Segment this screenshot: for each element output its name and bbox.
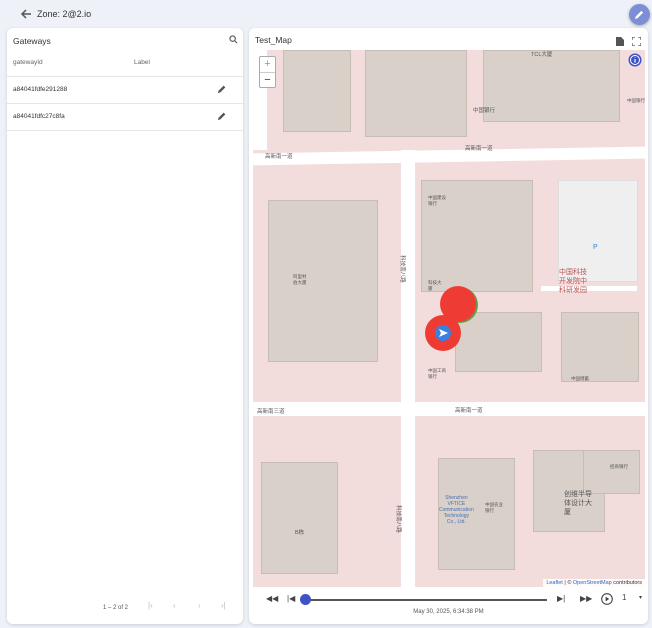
pencil-icon <box>634 10 644 20</box>
road-label: 科技南八路 <box>394 505 401 533</box>
rewind-icon[interactable]: ◀◀ <box>266 594 278 603</box>
parking-label: P <box>593 244 598 251</box>
column-header-label[interactable]: Label <box>134 59 150 66</box>
poi-label: 创维半导 体设计大 厦 <box>564 491 592 516</box>
first-page-icon[interactable]: |‹ <box>148 601 153 610</box>
poi-label: Shenzhen VFTICE Communication Technology… <box>439 495 474 525</box>
gateway-id: a84041fdfc27c8fa <box>13 113 65 120</box>
back-arrow-icon[interactable] <box>18 6 34 22</box>
speed-select[interactable]: 1 <box>622 593 626 602</box>
table-row[interactable]: a84041fdfc27c8fa <box>7 103 243 131</box>
poi-label: TCL大厦 <box>531 52 553 58</box>
zoom-out-button[interactable]: − <box>260 72 275 88</box>
poi-label: 中国农业 银行 <box>485 502 503 513</box>
zoom-in-button[interactable]: + <box>260 57 275 72</box>
map-attribution: Leaflet | © OpenStreetMap contributors <box>543 579 645 587</box>
poi-label: 阿里村 伯大厦 <box>293 274 307 285</box>
poi-label: 中国建设 银行 <box>428 195 446 206</box>
search-icon[interactable] <box>229 35 238 44</box>
gateway-id: a84041fdfe291288 <box>13 86 68 93</box>
skip-next-icon[interactable]: ▶| <box>557 594 565 603</box>
road-label: 高新南三道 <box>257 409 285 415</box>
road-label: 高新南一道 <box>455 408 483 414</box>
fullscreen-icon[interactable] <box>632 37 641 46</box>
dropdown-arrow-icon[interactable]: ▾ <box>639 594 642 601</box>
poi-label: 科技大 厦 <box>428 280 442 291</box>
playback-controls: ◀◀ |◀ ▶| ▶▶ 1 ▾ May 30, 2025, 6:34:38 PM <box>249 591 648 621</box>
timeline-slider-handle[interactable] <box>300 594 311 605</box>
play-icon[interactable] <box>601 593 613 605</box>
next-page-icon[interactable]: › <box>198 601 201 610</box>
poi-label: 中国银行 <box>627 98 645 103</box>
edit-icon[interactable] <box>217 111 227 121</box>
skip-previous-icon[interactable]: |◀ <box>287 594 295 603</box>
poi-label: 中国工商 银行 <box>428 368 446 379</box>
osm-link[interactable]: OpenStreetMap <box>573 580 612 586</box>
top-bar: Zone: 2@2.io <box>0 0 652 28</box>
poi-label: 中国储蓄 <box>571 376 589 381</box>
info-icon[interactable] <box>628 53 642 67</box>
road-label: 高新南一道 <box>465 146 493 152</box>
edit-icon[interactable] <box>217 84 227 94</box>
gateways-panel: Gateways gatewayId Label a84041fdfe29128… <box>7 28 243 624</box>
gateways-title: Gateways <box>13 36 51 46</box>
table-row[interactable]: a84041fdfe291288 <box>7 76 243 103</box>
zoom-control[interactable]: + − <box>259 56 276 88</box>
location-arrow-icon[interactable] <box>435 325 451 341</box>
playback-time: May 30, 2025, 6:34:38 PM <box>413 609 484 615</box>
edit-zone-button[interactable] <box>629 4 650 25</box>
map-view[interactable]: + − 高新南一道 高新南一道 高新南三道 高新南一道 科技南八路 科技南八路 … <box>253 50 645 587</box>
last-page-icon[interactable]: ›| <box>221 601 226 610</box>
file-icon[interactable] <box>616 37 624 46</box>
poi-label: 中国科技 开发院中 科研发园 <box>559 269 587 294</box>
road-label: 高新南一道 <box>265 154 293 160</box>
map-panel: Test_Map + − 高新南一道 高新南一道 高新南三道 高新南一道 科技南… <box>249 28 648 624</box>
poi-label: 招商银行 <box>610 464 628 469</box>
leaflet-link[interactable]: Leaflet <box>546 580 563 586</box>
page-title: Zone: 2@2.io <box>37 9 92 19</box>
poi-label: B栋 <box>295 530 305 536</box>
column-header-gatewayid[interactable]: gatewayId <box>13 59 43 66</box>
fast-forward-icon[interactable]: ▶▶ <box>580 594 592 603</box>
timeline-slider[interactable] <box>303 599 547 601</box>
map-title: Test_Map <box>255 35 292 45</box>
pagination-range: 1 – 2 of 2 <box>103 605 129 611</box>
previous-page-icon[interactable]: ‹ <box>173 601 176 610</box>
road-label: 科技南八路 <box>398 255 405 283</box>
poi-label: 中国银行 <box>473 108 496 114</box>
